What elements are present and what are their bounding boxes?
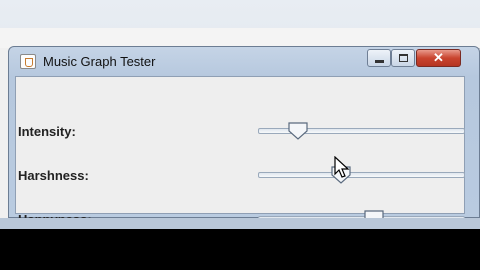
intensity-label: Intensity:	[18, 124, 76, 139]
harshness-slider[interactable]	[258, 166, 465, 184]
close-button[interactable]: ✕	[416, 49, 461, 67]
minimize-button[interactable]	[367, 49, 391, 67]
music-graph-tester-window: Music Graph Tester ✕ Intensity: Harshnes…	[8, 46, 480, 228]
close-icon: ✕	[433, 50, 444, 65]
maximize-button[interactable]	[391, 49, 415, 67]
titlebar[interactable]: Music Graph Tester ✕	[9, 47, 479, 75]
harshness-label: Harshness:	[18, 168, 89, 183]
desktop-background: Music Graph Tester ✕ Intensity: Harshnes…	[0, 0, 480, 229]
slider-panel: Intensity: Harshness: Happyness:	[15, 76, 465, 228]
java-app-icon[interactable]	[20, 54, 36, 69]
minimize-icon	[374, 59, 384, 63]
intensity-slider[interactable]	[258, 122, 465, 140]
mouse-cursor-icon	[334, 155, 350, 185]
taskbar-edge	[0, 218, 480, 229]
window-title: Music Graph Tester	[43, 54, 156, 69]
intensity-slider-thumb[interactable]	[288, 122, 308, 140]
maximize-icon	[398, 54, 408, 62]
